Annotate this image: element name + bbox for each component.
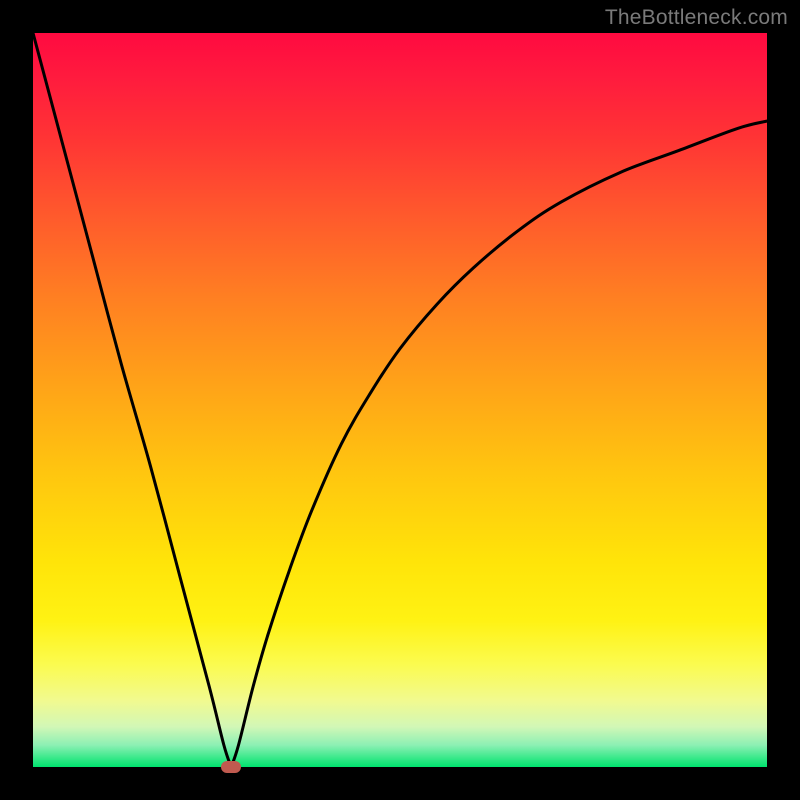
plot-area bbox=[33, 33, 767, 767]
chart-frame: TheBottleneck.com bbox=[0, 0, 800, 800]
watermark-text: TheBottleneck.com bbox=[605, 6, 788, 30]
optimum-marker bbox=[221, 761, 241, 773]
curve-left-branch bbox=[33, 33, 231, 767]
bottleneck-curve bbox=[33, 33, 767, 767]
curve-right-branch bbox=[231, 121, 767, 767]
